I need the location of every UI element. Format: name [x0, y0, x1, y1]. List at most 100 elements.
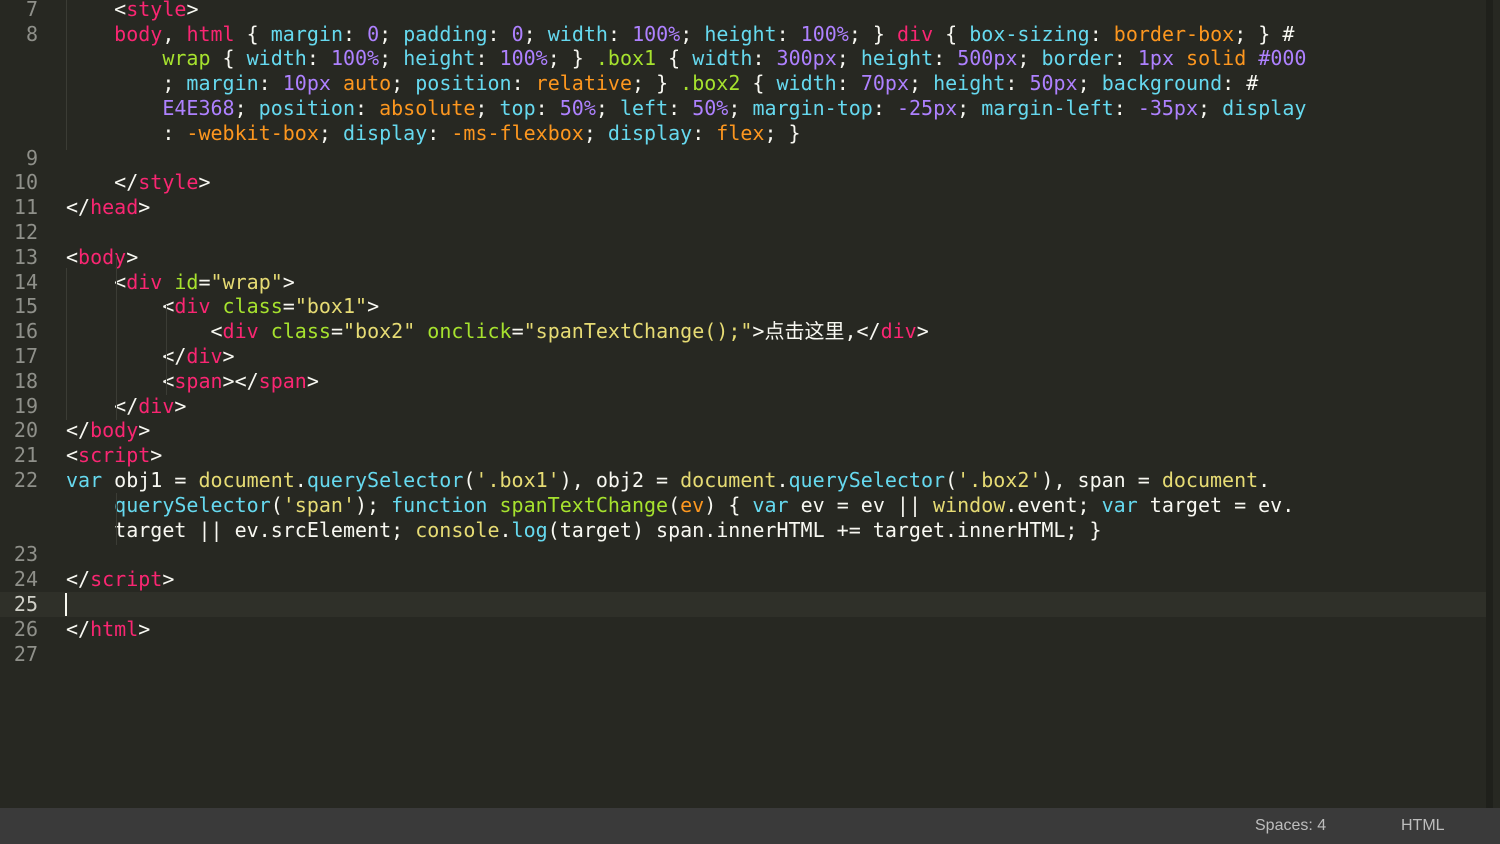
code-token: > — [282, 269, 295, 294]
code-line[interactable]: body, html { margin: 0; padding: 0; widt… — [66, 22, 1294, 47]
code-token: height — [860, 46, 934, 71]
code-token: > — [138, 418, 151, 443]
code-line[interactable]: ; margin: 10px auto; position: relative;… — [66, 71, 1258, 96]
code-token: '.box2' — [957, 467, 1042, 492]
code-token: ( — [463, 467, 476, 492]
code-token: : — [933, 46, 958, 71]
code-line[interactable]: : -webkit-box; display: -ms-flexbox; dis… — [66, 120, 800, 146]
code-line[interactable]: <div class="box2" onclick="spanTextChang… — [66, 319, 929, 344]
code-token: body — [90, 418, 139, 443]
code-line[interactable]: </body> — [66, 418, 150, 443]
code-token: : — [355, 95, 380, 120]
code-token: 70px — [860, 71, 909, 96]
code-token: : — [776, 21, 801, 46]
code-token: </ — [66, 393, 139, 418]
code-line[interactable]: <span></span> — [66, 369, 319, 394]
indent-guide — [166, 305, 167, 395]
code-line[interactable]: E4E368; position: absolute; top: 50%; le… — [66, 96, 1306, 121]
code-token: background — [1101, 71, 1223, 96]
code-token: ; — [318, 120, 343, 145]
code-token: ; — [680, 21, 705, 46]
line-number: 13 — [13, 244, 38, 269]
code-line[interactable]: <div id="wrap"> — [66, 270, 295, 295]
code-token: ; — [379, 21, 404, 46]
code-line[interactable]: </html> — [66, 617, 150, 642]
code-line[interactable]: </head> — [66, 195, 150, 220]
code-token: : — [66, 120, 187, 145]
code-token: > — [138, 195, 151, 220]
code-token: > — [126, 244, 139, 269]
code-token: (target) span.innerHTML += target.innerH… — [547, 517, 1102, 542]
line-number — [0, 71, 38, 96]
line-number: 20 — [13, 418, 38, 443]
code-token: > — [916, 319, 929, 344]
code-token: 100% — [330, 46, 380, 71]
code-token: : # — [1222, 71, 1259, 96]
code-token: box-sizing — [969, 21, 1090, 46]
code-token: -35px — [1137, 95, 1199, 120]
code-token: = — [198, 269, 211, 294]
code-token: margin-top — [752, 95, 873, 120]
indentation-setting[interactable]: Spaces: 4 — [1255, 817, 1326, 835]
code-token: relative — [535, 71, 632, 96]
code-token: div — [174, 294, 211, 319]
code-line[interactable]: </div> — [66, 394, 186, 419]
code-line[interactable]: <body> — [66, 245, 138, 270]
line-number: 15 — [13, 294, 38, 319]
code-token: ; — [583, 120, 608, 145]
code-token: window — [933, 492, 1006, 517]
code-token: : — [306, 46, 331, 71]
code-token: .box1 — [595, 46, 657, 71]
code-line[interactable]: </div> — [66, 344, 234, 369]
code-token: querySelector — [306, 467, 464, 492]
code-line[interactable]: <div class="box1"> — [66, 294, 379, 319]
code-token: : — [872, 95, 897, 120]
code-token: "wrap" — [210, 269, 283, 294]
code-token: { — [933, 21, 970, 46]
status-bar: Spaces: 4 HTML — [0, 808, 1500, 844]
code-token: 50% — [559, 95, 596, 120]
code-token: class — [270, 319, 331, 344]
code-editor[interactable]: 7 8 9 10 11 12 13 14 15 16 17 18 19 20 21 22 23 24 25 26 27 … — [0, 0, 1493, 808]
code-token: : — [535, 95, 560, 120]
line-number: 14 — [13, 269, 38, 294]
code-token: id — [174, 269, 199, 294]
code-line[interactable]: </style> — [66, 170, 210, 195]
line-number: 10 — [13, 170, 38, 195]
code-token: 300px — [776, 46, 837, 71]
code-line[interactable]: querySelector('span'); function spanText… — [66, 493, 1294, 518]
code-line[interactable]: <style> — [66, 0, 198, 22]
line-number-gutter: 7 8 9 10 11 12 13 14 15 16 17 18 19 20 21 22 23 24 25 26 27 — [0, 0, 50, 808]
code-token: position — [258, 95, 355, 120]
vertical-scrollbar[interactable] — [1486, 0, 1493, 808]
code-token: : — [1113, 95, 1138, 120]
code-token: width — [776, 71, 837, 96]
code-token: ; — [523, 21, 548, 46]
code-token: display — [607, 120, 693, 145]
code-line[interactable]: <script> — [66, 443, 162, 468]
code-token: body — [78, 244, 127, 269]
code-token: . — [294, 467, 307, 492]
code-token: < — [66, 443, 79, 468]
code-line[interactable]: wrap { width: 100%; height: 100%; } .box… — [66, 46, 1306, 71]
code-token: document — [1161, 467, 1259, 492]
code-line[interactable]: </script> — [66, 567, 174, 592]
code-token: < — [66, 368, 175, 393]
code-token: < — [114, 0, 127, 21]
code-token: ; — [836, 46, 861, 71]
code-line[interactable]: var obj1 = document.querySelector('.box1… — [66, 468, 1270, 493]
code-token: div — [897, 21, 934, 46]
code-token: margin-left — [981, 95, 1114, 120]
line-number — [0, 121, 38, 146]
syntax-selector[interactable]: HTML — [1401, 817, 1445, 835]
indent-guide — [116, 493, 117, 545]
code-token: ; } — [632, 71, 681, 96]
code-line[interactable]: target || ev.srcElement; console.log(tar… — [66, 517, 1102, 543]
code-token: ; — [234, 95, 259, 120]
code-token: ; } # — [1234, 21, 1295, 46]
code-token: class — [222, 294, 283, 319]
line-number: 23 — [13, 542, 38, 567]
line-number: 9 — [25, 145, 38, 170]
